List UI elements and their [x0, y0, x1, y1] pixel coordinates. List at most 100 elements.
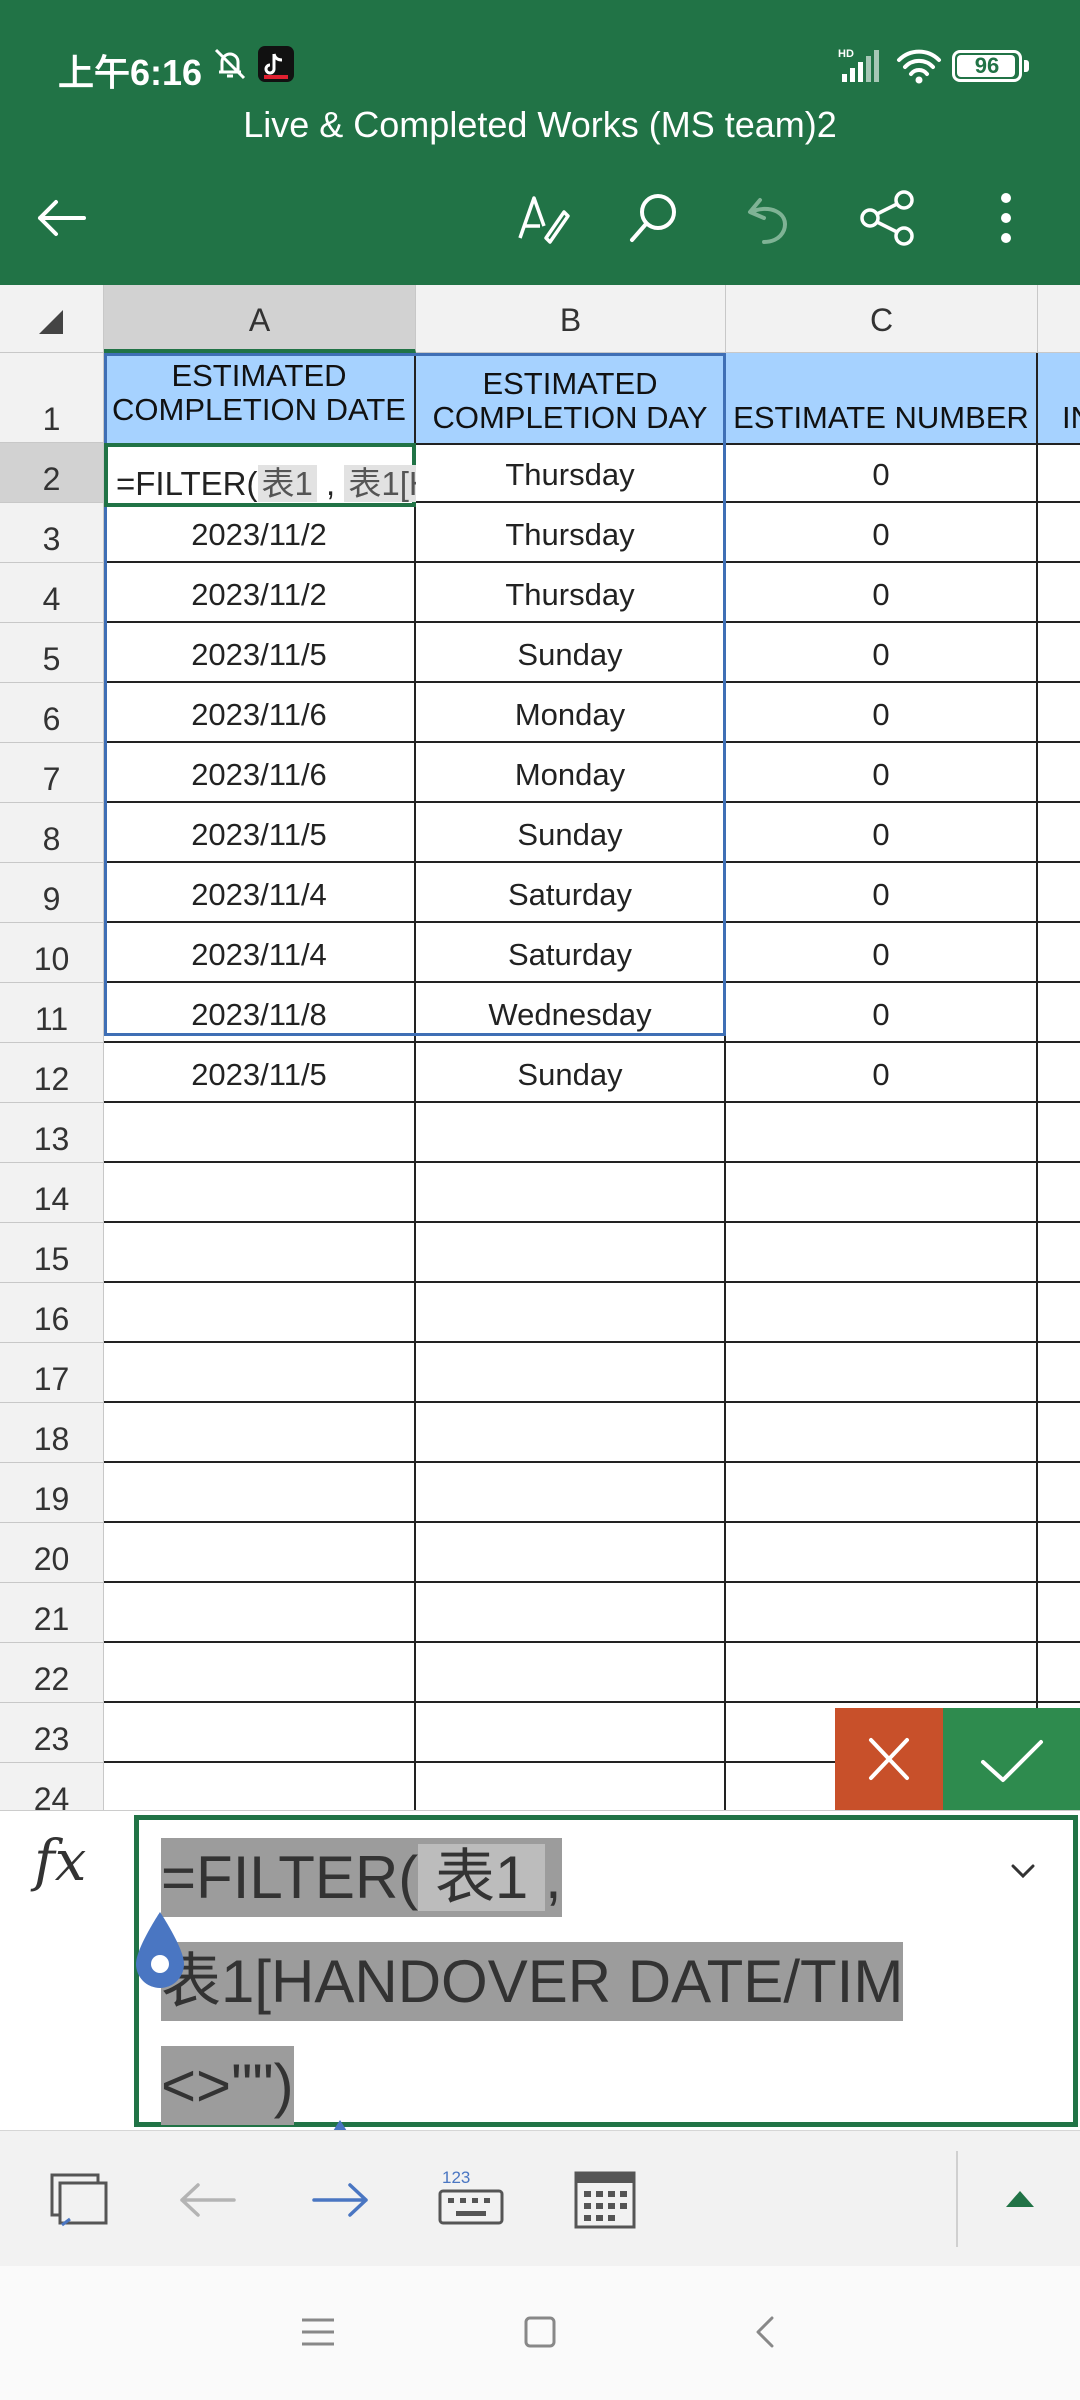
cell-b8[interactable]: Sunday — [416, 803, 726, 863]
cell-a23[interactable] — [104, 1703, 416, 1763]
cell-c11[interactable]: 0 — [726, 983, 1038, 1043]
column-header-c[interactable]: C — [726, 285, 1038, 353]
row-header-7[interactable]: 7 — [0, 743, 104, 803]
cell-c21[interactable] — [726, 1583, 1038, 1643]
cell-b2[interactable]: Thursday — [416, 443, 726, 503]
row-header-3[interactable]: 3 — [0, 503, 104, 563]
cell-a19[interactable] — [104, 1463, 416, 1523]
cell-b12[interactable]: Sunday — [416, 1043, 726, 1103]
cell-d21[interactable] — [1038, 1583, 1080, 1643]
cell-b14[interactable] — [416, 1163, 726, 1223]
cell-d9[interactable] — [1038, 863, 1080, 923]
cell-d5[interactable] — [1038, 623, 1080, 683]
chevron-down-icon[interactable] — [1003, 1856, 1043, 1886]
cell-c17[interactable] — [726, 1343, 1038, 1403]
row-header-1[interactable]: 1 — [0, 353, 104, 443]
cell-d8[interactable] — [1038, 803, 1080, 863]
row-header-15[interactable]: 15 — [0, 1223, 104, 1283]
formula-input[interactable]: =FILTER( 表1 , 表1[HANDOVER DATE/TIM <>"") — [134, 1815, 1078, 2127]
row-header-11[interactable]: 11 — [0, 983, 104, 1043]
row-header-8[interactable]: 8 — [0, 803, 104, 863]
cell-d4[interactable] — [1038, 563, 1080, 623]
arrow-right-icon[interactable] — [306, 2165, 376, 2235]
cell-c9[interactable]: 0 — [726, 863, 1038, 923]
cell-a18[interactable] — [104, 1403, 416, 1463]
cell-c5[interactable]: 0 — [726, 623, 1038, 683]
cell-d12[interactable] — [1038, 1043, 1080, 1103]
column-header-b[interactable]: B — [416, 285, 726, 353]
row-header-18[interactable]: 18 — [0, 1403, 104, 1463]
cancel-edit-button[interactable] — [835, 1708, 943, 1810]
row-header-19[interactable]: 19 — [0, 1463, 104, 1523]
cell-b19[interactable] — [416, 1463, 726, 1523]
cell-b1[interactable]: ESTIMATED COMPLETION DAY — [416, 353, 726, 445]
cell-c22[interactable] — [726, 1643, 1038, 1703]
cell-b9[interactable]: Saturday — [416, 863, 726, 923]
cell-b4[interactable]: Thursday — [416, 563, 726, 623]
cell-b24[interactable] — [416, 1763, 726, 1810]
cell-a8[interactable]: 2023/11/5 — [104, 803, 416, 863]
select-all-icon[interactable] — [44, 2165, 114, 2235]
selection-start-handle[interactable] — [130, 1908, 190, 1992]
cell-a4[interactable]: 2023/11/2 — [104, 563, 416, 623]
draw-icon[interactable] — [510, 186, 574, 250]
row-header-23[interactable]: 23 — [0, 1703, 104, 1763]
select-all-corner[interactable] — [0, 285, 104, 353]
cell-a2[interactable] — [104, 443, 416, 503]
cell-b11[interactable]: Wednesday — [416, 983, 726, 1043]
cell-b3[interactable]: Thursday — [416, 503, 726, 563]
row-header-9[interactable]: 9 — [0, 863, 104, 923]
cell-d14[interactable] — [1038, 1163, 1080, 1223]
cell-d19[interactable] — [1038, 1463, 1080, 1523]
cell-a12[interactable]: 2023/11/5 — [104, 1043, 416, 1103]
cell-a9[interactable]: 2023/11/4 — [104, 863, 416, 923]
row-header-22[interactable]: 22 — [0, 1643, 104, 1703]
cell-c7[interactable]: 0 — [726, 743, 1038, 803]
undo-icon[interactable] — [738, 186, 802, 250]
cell-a24[interactable] — [104, 1763, 416, 1810]
cell-d6[interactable] — [1038, 683, 1080, 743]
cell-a16[interactable] — [104, 1283, 416, 1343]
cell-c6[interactable]: 0 — [726, 683, 1038, 743]
cell-a17[interactable] — [104, 1343, 416, 1403]
share-icon[interactable] — [856, 186, 920, 250]
cell-b16[interactable] — [416, 1283, 726, 1343]
row-header-20[interactable]: 20 — [0, 1523, 104, 1583]
more-icon[interactable] — [974, 186, 1038, 250]
cell-a11[interactable]: 2023/11/8 — [104, 983, 416, 1043]
cell-b5[interactable]: Sunday — [416, 623, 726, 683]
home-icon[interactable] — [518, 2310, 562, 2354]
cell-c19[interactable] — [726, 1463, 1038, 1523]
cell-c20[interactable] — [726, 1523, 1038, 1583]
cell-b6[interactable]: Monday — [416, 683, 726, 743]
cell-b22[interactable] — [416, 1643, 726, 1703]
cell-c10[interactable]: 0 — [726, 923, 1038, 983]
confirm-edit-button[interactable] — [943, 1708, 1080, 1810]
cell-a15[interactable] — [104, 1223, 416, 1283]
cell-b15[interactable] — [416, 1223, 726, 1283]
calendar-icon[interactable] — [570, 2165, 640, 2235]
cell-d17[interactable] — [1038, 1343, 1080, 1403]
row-header-16[interactable]: 16 — [0, 1283, 104, 1343]
row-header-4[interactable]: 4 — [0, 563, 104, 623]
cell-d10[interactable] — [1038, 923, 1080, 983]
cell-c15[interactable] — [726, 1223, 1038, 1283]
back-arrow-icon[interactable] — [30, 186, 94, 250]
spreadsheet-grid[interactable]: A B C ESTIMATED COMPLETION DATE ESTIMATE… — [0, 285, 1080, 1810]
back-icon[interactable] — [744, 2310, 788, 2354]
row-header-24[interactable]: 24 — [0, 1763, 104, 1810]
row-header-13[interactable]: 13 — [0, 1103, 104, 1163]
arrow-left-icon[interactable] — [172, 2165, 242, 2235]
cell-c1[interactable]: ESTIMATE NUMBER — [726, 353, 1038, 445]
cell-a21[interactable] — [104, 1583, 416, 1643]
cell-c3[interactable]: 0 — [726, 503, 1038, 563]
cell-a6[interactable]: 2023/11/6 — [104, 683, 416, 743]
cell-d2[interactable] — [1038, 443, 1080, 503]
cell-c2[interactable]: 0 — [726, 443, 1038, 503]
row-header-14[interactable]: 14 — [0, 1163, 104, 1223]
row-header-10[interactable]: 10 — [0, 923, 104, 983]
column-header-d[interactable] — [1038, 285, 1080, 353]
cell-b7[interactable]: Monday — [416, 743, 726, 803]
row-header-17[interactable]: 17 — [0, 1343, 104, 1403]
cell-a22[interactable] — [104, 1643, 416, 1703]
